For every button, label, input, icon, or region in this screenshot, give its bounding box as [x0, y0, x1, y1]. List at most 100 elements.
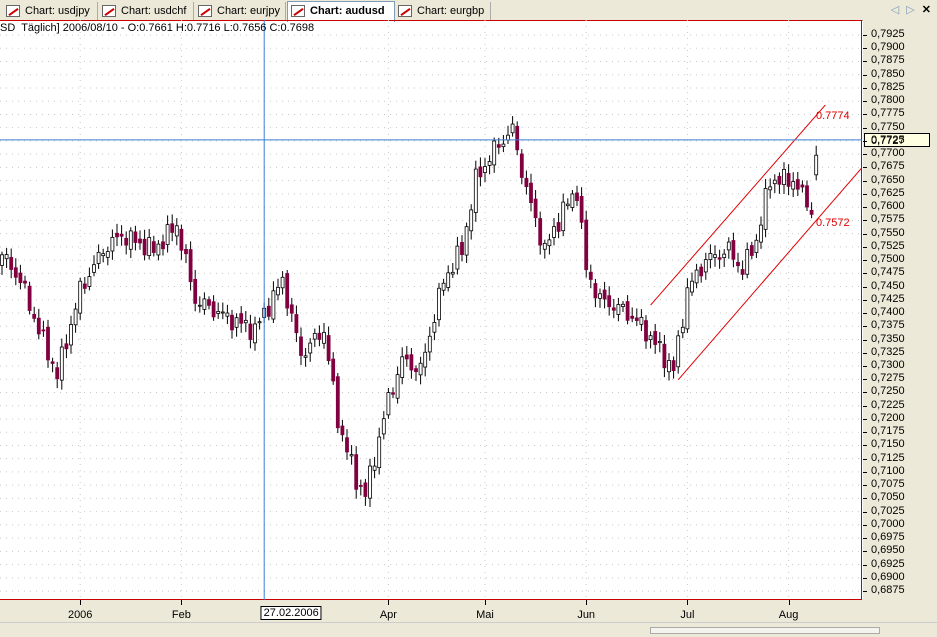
- bullish-candle: [197, 304, 202, 307]
- bearish-candle: [584, 219, 589, 271]
- price-label: 0,6875: [871, 584, 905, 597]
- close-chart-button[interactable]: ✕: [922, 4, 931, 16]
- bearish-candle: [46, 326, 50, 361]
- bearish-candle: [64, 343, 69, 350]
- price-label: 0,7675: [871, 160, 905, 173]
- bearish-candle: [662, 343, 667, 369]
- bearish-candle: [299, 336, 303, 356]
- price-label: 0,7775: [871, 107, 905, 120]
- bullish-candle: [322, 332, 326, 344]
- price-tick: [863, 498, 867, 500]
- price-label: 0,7650: [871, 173, 905, 186]
- bullish-candle: [648, 335, 653, 341]
- bullish-candle: [763, 188, 768, 230]
- bullish-candle: [469, 209, 474, 232]
- ohlc-header: SD Täglich] 2006/08/10 - O:0.7661 H:0.77…: [0, 22, 315, 34]
- bullish-candle: [165, 224, 170, 245]
- bullish-candle: [561, 201, 566, 232]
- bullish-candle: [690, 280, 694, 293]
- price-axis[interactable]: 0,7727 0,7925 0,7900 0,7875 0,7850 0,7825 0,7…: [863, 20, 937, 622]
- bullish-candle: [280, 276, 285, 289]
- bearish-candle: [345, 437, 349, 453]
- bearish-candle: [9, 257, 14, 270]
- bearish-candle: [230, 314, 234, 331]
- bullish-candle: [676, 335, 681, 368]
- bullish-candle: [726, 241, 731, 251]
- price-label: 0,7500: [871, 253, 905, 266]
- price-tick: [863, 392, 867, 394]
- bearish-candle: [625, 301, 630, 321]
- bullish-candle: [483, 166, 487, 174]
- price-tick: [863, 352, 867, 354]
- price-tick: [863, 405, 867, 407]
- bearish-candle: [533, 198, 538, 219]
- bullish-candle: [271, 290, 276, 320]
- bullish-candle: [565, 203, 570, 207]
- bearish-candle: [41, 329, 46, 332]
- bullish-candle: [202, 298, 207, 310]
- price-label: 0,7800: [871, 94, 905, 107]
- price-label: 0,7350: [871, 332, 905, 345]
- price-label: 0,7725: [871, 133, 905, 146]
- bullish-candle: [722, 253, 727, 258]
- price-label: 0,7925: [871, 28, 905, 40]
- bullish-candle: [694, 269, 699, 284]
- date-tick: [181, 600, 183, 605]
- bearish-candle: [653, 331, 658, 345]
- tab-prev-button[interactable]: ◁: [891, 4, 899, 16]
- bullish-candle: [542, 242, 547, 250]
- price-tick: [863, 260, 867, 262]
- tab-nav: ◁ ▷ ✕: [887, 3, 931, 16]
- price-label: 0,7550: [871, 226, 905, 239]
- price-tick: [863, 220, 867, 222]
- date-label: 2006: [67, 609, 93, 621]
- price-tick: [863, 511, 867, 513]
- bearish-candle: [27, 285, 32, 311]
- bullish-candle: [685, 287, 690, 330]
- bearish-candle: [161, 241, 165, 250]
- bullish-candle: [552, 226, 556, 238]
- channel-lower-label: 0.7572: [816, 217, 850, 229]
- bearish-candle: [404, 354, 409, 360]
- bearish-candle: [335, 376, 340, 429]
- bearish-candle: [55, 367, 60, 380]
- price-tick: [863, 167, 867, 169]
- bearish-candle: [529, 182, 533, 204]
- bullish-candle: [418, 362, 423, 376]
- bullish-candle: [243, 319, 248, 324]
- chart-scrollbar[interactable]: [650, 627, 880, 634]
- bullish-candle: [639, 316, 644, 325]
- price-tick: [863, 154, 867, 156]
- bullish-candle: [87, 276, 92, 287]
- bearish-candle: [519, 153, 524, 178]
- bullish-candle: [745, 249, 750, 275]
- channel-upper-line: [650, 104, 826, 306]
- price-tick: [863, 180, 867, 182]
- bullish-candle: [713, 254, 717, 258]
- bearish-candle: [138, 238, 142, 244]
- bearish-candle: [289, 304, 294, 314]
- bullish-candle: [492, 140, 497, 166]
- bearish-candle: [634, 317, 639, 321]
- price-tick: [863, 326, 867, 328]
- price-label: 0,7275: [871, 372, 905, 385]
- date-label: Feb: [171, 609, 191, 621]
- candlestick-chart: 0.7774 0.7572: [0, 20, 862, 600]
- bearish-candle: [731, 240, 736, 260]
- tab-next-button[interactable]: ▷: [906, 4, 914, 16]
- bearish-candle: [248, 323, 253, 340]
- bearish-candle: [124, 237, 129, 246]
- bearish-candle: [414, 368, 418, 373]
- bullish-candle: [708, 253, 713, 261]
- bullish-candle: [768, 186, 773, 191]
- bullish-candle: [308, 342, 313, 354]
- bullish-candle: [110, 236, 115, 252]
- bearish-candle: [294, 314, 299, 334]
- bearish-candle: [556, 222, 561, 232]
- bullish-candle: [510, 123, 515, 134]
- date-axis[interactable]: 27.02.2006 2006 Feb Apr Mai Jun Jul Aug: [0, 600, 863, 622]
- bullish-candle: [0, 254, 4, 266]
- bullish-candle: [128, 230, 133, 250]
- bearish-candle: [644, 320, 648, 342]
- bearish-candle: [809, 209, 814, 215]
